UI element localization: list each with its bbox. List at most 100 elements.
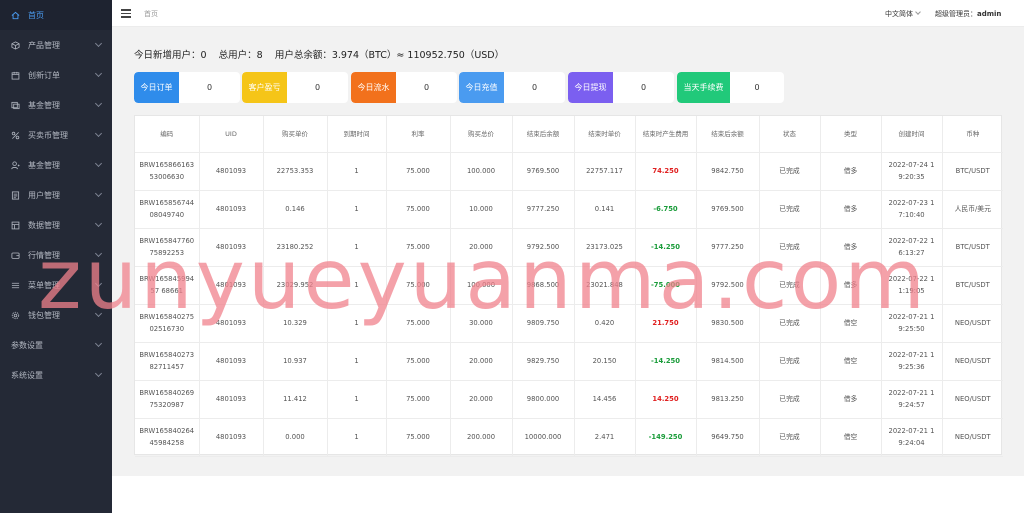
- sidebar-item[interactable]: 买卖币管理: [0, 120, 112, 150]
- table-cell: 2022-07-21 19:25:50: [881, 304, 943, 343]
- sidebar-item[interactable]: 产品管理: [0, 30, 112, 60]
- stack-icon: [11, 101, 20, 110]
- table-row: BRW16584026445984258 4801093 0.000 1 75.000 2…: [135, 418, 1003, 457]
- table-cell: 2022-07-22 11:19:05: [881, 266, 943, 305]
- table-cell: 已完成: [759, 304, 821, 343]
- stat-card[interactable]: 当天手续费 0: [677, 72, 784, 103]
- table-cell: 4801093: [199, 418, 264, 457]
- sidebar-item[interactable]: 基金管理: [0, 90, 112, 120]
- sidebar-item[interactable]: 钱包管理: [0, 300, 112, 330]
- table-cell: 1: [327, 418, 387, 457]
- table-cell: 4801093: [199, 380, 264, 419]
- table-cell: 2022-07-21 19:24:04: [881, 418, 943, 457]
- column-header: 类型: [820, 116, 882, 153]
- menu-toggle-icon[interactable]: [121, 9, 131, 18]
- table-cell: BRW16585674408049740: [135, 190, 200, 229]
- user-icon: [11, 190, 20, 200]
- stat-card-label: 今日流水: [351, 72, 396, 103]
- table-cell: 9868.500: [512, 266, 575, 305]
- language-label: 中文简体: [885, 10, 913, 18]
- table-cell: 11.412: [263, 380, 328, 419]
- table-cell: 10.000: [450, 190, 513, 229]
- table-cell: BRW16584027382711457: [135, 342, 200, 381]
- table-cell: 4801093: [199, 228, 264, 267]
- stat-card[interactable]: 今日订单 0: [134, 72, 240, 103]
- table-cell: 借多: [820, 266, 882, 305]
- column-header: 结束时单价: [574, 116, 636, 153]
- chevron-down-icon: [94, 369, 103, 378]
- table-cell: 9649.750: [696, 418, 760, 457]
- column-header: 利率: [386, 116, 451, 153]
- chevron-down-icon: [94, 219, 103, 228]
- table-cell: 75.000: [386, 152, 451, 191]
- cube-icon: [11, 40, 20, 50]
- sidebar-item[interactable]: 系统设置: [0, 360, 112, 390]
- table-cell: 20.150: [574, 342, 636, 381]
- table-cell: 已完成: [759, 342, 821, 381]
- table-cell: 借多: [820, 380, 882, 419]
- table-cell: NEO/USDT: [942, 380, 1003, 419]
- sidebar-item-label: 用户管理: [28, 190, 60, 200]
- table-cell: 23029.952: [263, 266, 328, 305]
- column-header: 结束后余额: [696, 116, 760, 153]
- table-cell: 已完成: [759, 266, 821, 305]
- total-users-label: 总用户：: [218, 50, 257, 61]
- table-cell: 9830.500: [696, 304, 760, 343]
- sidebar-item[interactable]: 数据管理: [0, 210, 112, 240]
- table-row: BRW16585674408049740 4801093 0.146 1 75.000 1…: [135, 190, 1003, 229]
- table-cell: 9777.250: [696, 228, 760, 267]
- table-cell: 人民币/美元: [942, 190, 1003, 229]
- table-cell: 20.000: [450, 380, 513, 419]
- table-cell: 2022-07-24 19:20:35: [881, 152, 943, 191]
- table-cell: 1: [327, 304, 387, 343]
- sidebar-item[interactable]: 行情管理: [0, 240, 112, 270]
- breadcrumb[interactable]: 首页: [144, 9, 158, 19]
- chevron-down-icon: [94, 69, 103, 78]
- table-cell: 23180.252: [263, 228, 328, 267]
- sidebar-item[interactable]: 参数设置: [0, 330, 112, 360]
- stat-card[interactable]: 今日提现 0: [568, 72, 674, 103]
- sidebar-item-label: 菜单管理: [28, 280, 60, 290]
- user-role: 超级管理员：: [935, 10, 977, 18]
- table-cell: 已完成: [759, 418, 821, 457]
- sidebar-item[interactable]: 菜单管理: [0, 270, 112, 300]
- sidebar-item[interactable]: 首页: [0, 0, 112, 30]
- table-cell: 100.000: [450, 266, 513, 305]
- language-selector[interactable]: 中文简体: [885, 9, 921, 19]
- table-cell: 9842.750: [696, 152, 760, 191]
- chevron-down-icon: [94, 129, 103, 138]
- table-cell: 已完成: [759, 190, 821, 229]
- table-cell: 0.000: [263, 418, 328, 457]
- sidebar-item[interactable]: 基金管理: [0, 150, 112, 180]
- table-row: BRW16584026975320987 4801093 11.412 1 75.000…: [135, 380, 1003, 419]
- table-cell: 10000.000: [512, 418, 575, 457]
- stat-card[interactable]: 今日充值 0: [459, 72, 565, 103]
- chevron-down-icon: [94, 249, 103, 258]
- table-cell: 借空: [820, 304, 882, 343]
- table-cell: 2022-07-21 19:24:57: [881, 380, 943, 419]
- column-header: 购买总价: [450, 116, 513, 153]
- table-cell: 10.937: [263, 342, 328, 381]
- table-cell: 1: [327, 228, 387, 267]
- table-cell: 14.456: [574, 380, 636, 419]
- stat-card[interactable]: 客户盈亏 0: [242, 72, 348, 103]
- table-cell: 20.000: [450, 342, 513, 381]
- table-cell: 4801093: [199, 152, 264, 191]
- table-row: BRW16584027382711457 4801093 10.937 1 75.000…: [135, 342, 1003, 381]
- table-cell: 2022-07-23 17:10:40: [881, 190, 943, 229]
- fund-icon: [11, 160, 20, 170]
- table-cell: 4801093: [199, 266, 264, 305]
- column-header: 到期时间: [327, 116, 387, 153]
- orders-table: 编码 UID 购买单价 到期时间 利率 购买总价 结束后余额 结束时单价 结束时产生费用 结束后余…: [134, 115, 1003, 457]
- user-menu[interactable]: 超级管理员：admin: [935, 9, 1001, 19]
- sidebar-item-label: 产品管理: [28, 40, 60, 50]
- table-cell: BRW16584599457 68661: [135, 266, 200, 305]
- stat-card[interactable]: 今日流水 0: [351, 72, 457, 103]
- sidebar-item[interactable]: 用户管理: [0, 180, 112, 210]
- table-cell: -75.000: [635, 266, 697, 305]
- table-cell: 0.146: [263, 190, 328, 229]
- sidebar-item[interactable]: 创新订单: [0, 60, 112, 90]
- table-cell: 借多: [820, 190, 882, 229]
- table-cell: -14.250: [635, 342, 697, 381]
- table-cell: 借多: [820, 152, 882, 191]
